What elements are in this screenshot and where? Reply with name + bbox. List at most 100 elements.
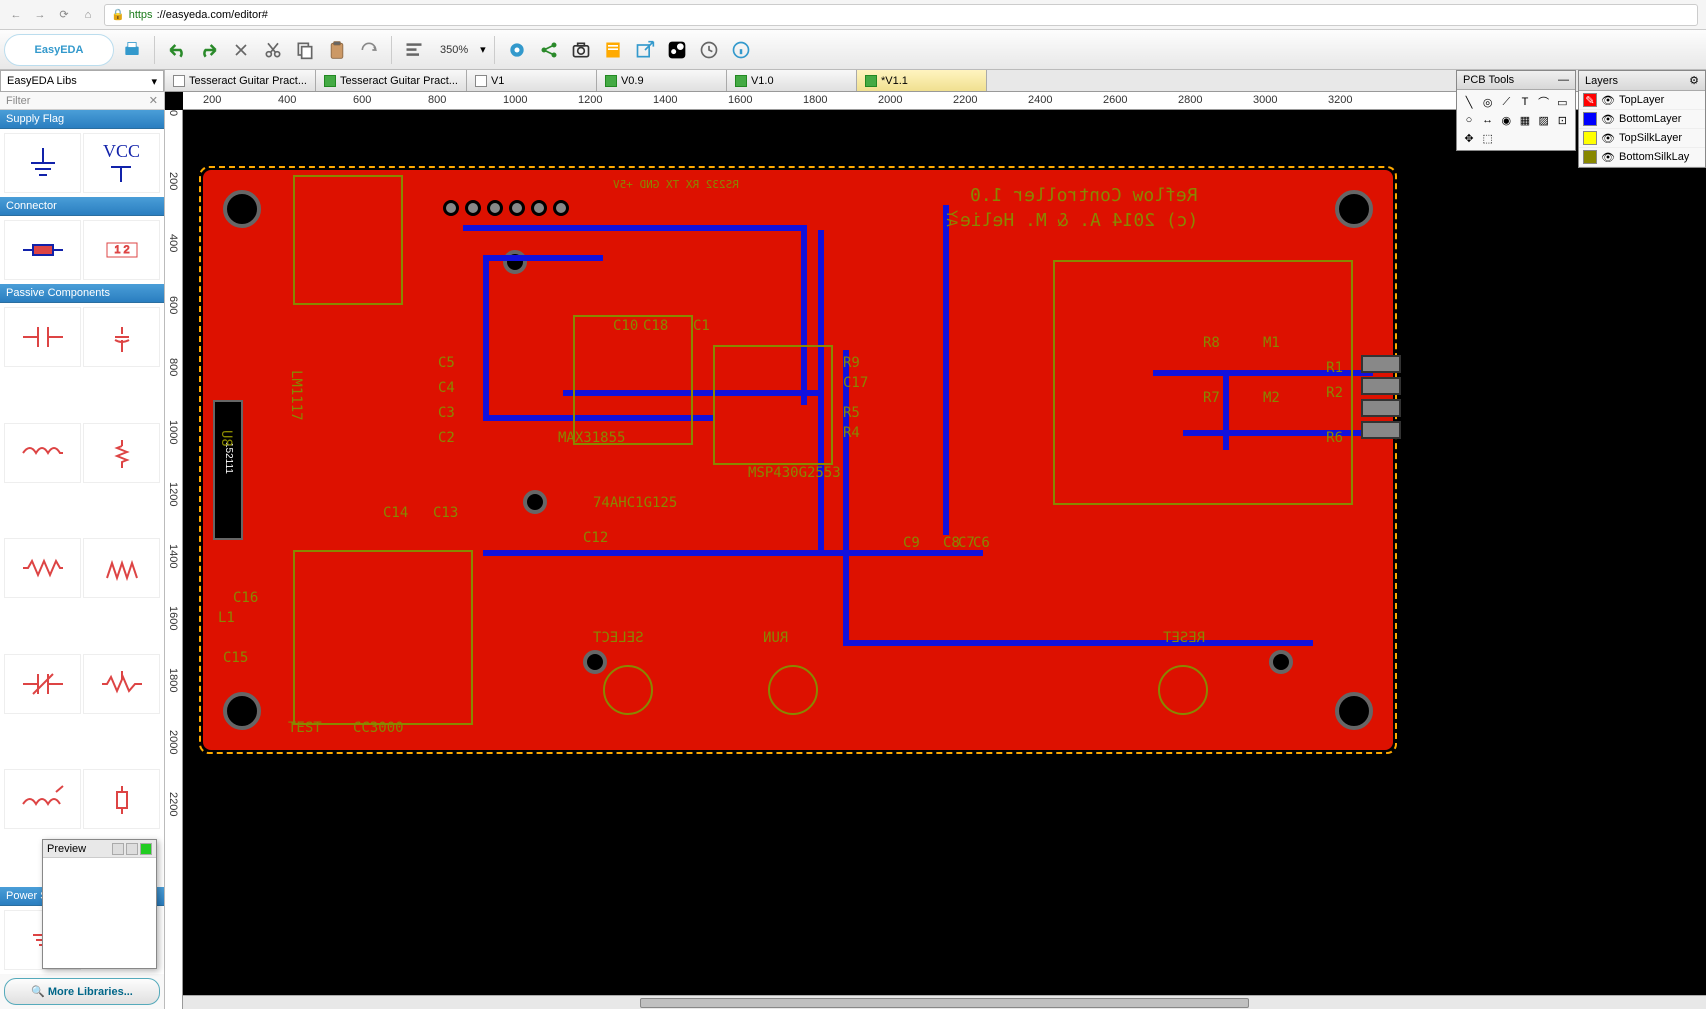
fuse-symbol[interactable] [83, 769, 160, 829]
gnd-symbol[interactable] [4, 133, 81, 193]
connect-tool[interactable]: ⊡ [1554, 112, 1570, 128]
document-tab[interactable]: V1 [467, 70, 597, 91]
inductor2-symbol[interactable] [4, 769, 81, 829]
document-tab[interactable]: Tesseract Guitar Pract... [316, 70, 467, 91]
layer-color-swatch[interactable]: ✎ [1583, 93, 1597, 107]
document-tab[interactable]: V0.9 [597, 70, 727, 91]
ruler-tick: 2000 [167, 730, 179, 754]
color-icon[interactable] [140, 843, 152, 855]
resistor-us-symbol[interactable] [4, 538, 81, 598]
rect-tool[interactable]: ▭ [1554, 94, 1570, 110]
via-tool[interactable]: ⟋ [1498, 94, 1514, 110]
pcb-canvas[interactable]: 152111 Reflow Controller 1.0 (c) 2014 A.… [183, 110, 1706, 1009]
circle-tool[interactable]: ○ [1461, 112, 1477, 128]
filter-input[interactable]: Filter ✕ [0, 92, 164, 110]
silk-label: C10 [613, 318, 638, 334]
layer-color-swatch[interactable] [1583, 131, 1597, 145]
print-button[interactable] [118, 36, 146, 64]
button-select [603, 665, 653, 715]
image-tool[interactable]: ▦ [1517, 112, 1533, 128]
camera-button[interactable] [567, 36, 595, 64]
track-tool[interactable]: ╲ [1461, 94, 1477, 110]
eye-icon[interactable]: 👁 [1601, 93, 1615, 107]
ruler-tick: 800 [428, 94, 446, 106]
section-supply-flag[interactable]: Supply Flag [0, 110, 164, 129]
layer-row[interactable]: 👁BottomLayer [1579, 110, 1705, 129]
zoom-level[interactable]: 350% [432, 44, 476, 56]
cut-button[interactable] [259, 36, 287, 64]
delete-button[interactable] [227, 36, 255, 64]
eye-icon[interactable]: 👁 [1601, 131, 1615, 145]
section-connector[interactable]: Connector [0, 197, 164, 216]
arc-tool[interactable]: ⌒ [1536, 94, 1552, 110]
cross-paste-button[interactable] [355, 36, 383, 64]
align-button[interactable] [400, 36, 428, 64]
text-tool[interactable]: T [1517, 94, 1533, 110]
inductor-symbol[interactable] [4, 423, 81, 483]
connector-2[interactable]: 1 2 [83, 220, 160, 280]
silk-label: R8 [1203, 335, 1220, 351]
supply-flag-items: VCC [0, 129, 164, 197]
ruler-tick: 2400 [1028, 94, 1052, 106]
settings-button[interactable] [503, 36, 531, 64]
layer-color-swatch[interactable] [1583, 112, 1597, 126]
paste-button[interactable] [323, 36, 351, 64]
capacitor-pol-symbol[interactable] [83, 307, 160, 367]
layer-row[interactable]: 👁BottomSilkLay [1579, 148, 1705, 167]
more-libraries-button[interactable]: 🔍 More Libraries... [4, 978, 160, 1005]
reload-button[interactable]: ⟳ [56, 7, 72, 23]
pencil-icon[interactable] [112, 843, 124, 855]
potentiometer-symbol[interactable] [83, 654, 160, 714]
hole-tool[interactable]: ◉ [1498, 112, 1514, 128]
gear-icon[interactable]: ⚙ [1689, 74, 1699, 87]
varistor-symbol[interactable] [4, 654, 81, 714]
layer-color-swatch[interactable] [1583, 150, 1597, 164]
info-button[interactable] [727, 36, 755, 64]
resistor-eu-symbol[interactable] [83, 423, 160, 483]
forward-button[interactable]: → [32, 7, 48, 23]
undo-button[interactable] [163, 36, 191, 64]
layer-row[interactable]: 👁TopSilkLayer [1579, 129, 1705, 148]
redo-button[interactable] [195, 36, 223, 64]
pcb-tools-header[interactable]: PCB Tools — [1457, 71, 1575, 90]
history-button[interactable] [695, 36, 723, 64]
home-button[interactable]: ⌂ [80, 7, 96, 23]
minimize-icon[interactable]: — [1558, 74, 1569, 86]
silk-label: C16 [233, 590, 258, 606]
steam-button[interactable] [663, 36, 691, 64]
document-tab[interactable]: *V1.1 [857, 70, 987, 91]
copper-tool[interactable]: ▨ [1536, 112, 1552, 128]
move-tool[interactable]: ✥ [1461, 130, 1477, 146]
pad-tool[interactable]: ◎ [1480, 94, 1496, 110]
separator [154, 36, 155, 64]
document-tab[interactable]: Tesseract Guitar Pract... [165, 70, 316, 91]
layer-row[interactable]: ✎👁TopLayer [1579, 91, 1705, 110]
layers-header[interactable]: Layers ⚙ [1579, 71, 1705, 91]
document-tab[interactable]: V1.0 [727, 70, 857, 91]
copy-button[interactable] [291, 36, 319, 64]
silk-label: R7 [1203, 390, 1220, 406]
capacitor-symbol[interactable] [4, 307, 81, 367]
connector-1[interactable] [4, 220, 81, 280]
eye-icon[interactable]: 👁 [1601, 150, 1615, 164]
bom-button[interactable] [599, 36, 627, 64]
scrollbar-thumb[interactable] [640, 998, 1249, 1008]
export-button[interactable] [631, 36, 659, 64]
easyeda-logo[interactable]: EasyEDA [4, 34, 114, 66]
eye-icon[interactable]: 👁 [1601, 112, 1615, 126]
library-dropdown[interactable]: EasyEDA Libs ▾ [0, 70, 164, 92]
pad [1361, 399, 1401, 417]
close-icon[interactable]: ✕ [149, 94, 158, 107]
url-bar[interactable]: 🔒 https://easyeda.com/editor# [104, 4, 1698, 26]
vcc-symbol[interactable]: VCC [83, 133, 160, 193]
horizontal-scrollbar[interactable] [183, 995, 1706, 1009]
pad [553, 200, 569, 216]
layers-list: ✎👁TopLayer👁BottomLayer👁TopSilkLayer👁Bott… [1579, 91, 1705, 167]
view-icon[interactable] [126, 843, 138, 855]
share-button[interactable] [535, 36, 563, 64]
group-tool[interactable]: ⬚ [1480, 130, 1496, 146]
dimension-tool[interactable]: ↔ [1480, 112, 1496, 128]
section-passive[interactable]: Passive Components [0, 284, 164, 303]
resistor-us2-symbol[interactable] [83, 538, 160, 598]
back-button[interactable]: ← [8, 7, 24, 23]
